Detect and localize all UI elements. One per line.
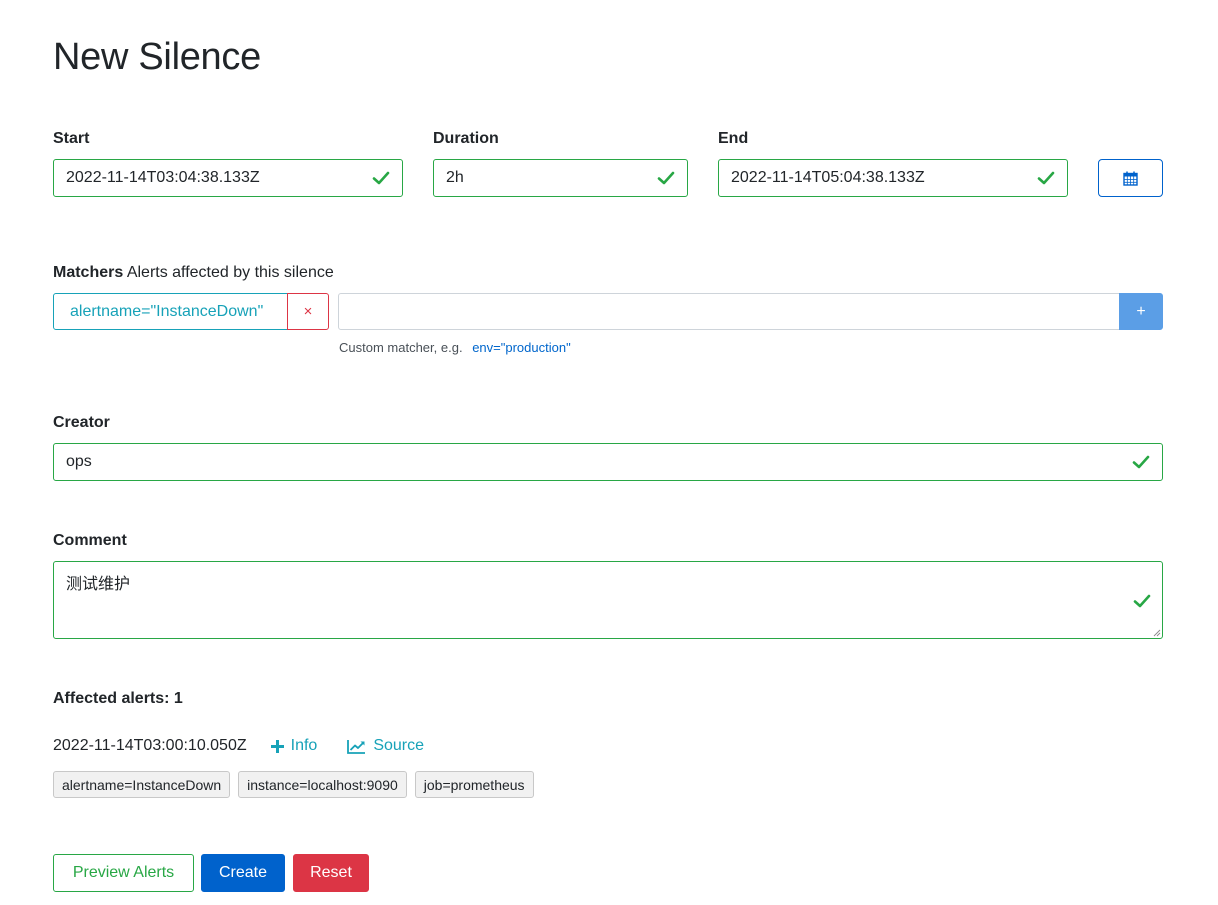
matchers-description: Alerts affected by this silence — [126, 264, 334, 281]
source-link[interactable]: Source — [347, 737, 424, 755]
plus-icon: + — [1136, 302, 1146, 320]
start-input[interactable]: 2022-11-14T03:04:38.133Z — [53, 159, 403, 197]
matchers-label: Matchers — [53, 264, 124, 281]
end-value: 2022-11-14T05:04:38.133Z — [731, 169, 925, 186]
source-label: Source — [373, 737, 425, 754]
preview-alerts-button[interactable]: Preview Alerts — [53, 854, 194, 892]
plus-icon — [270, 739, 284, 753]
duration-value: 2h — [446, 169, 464, 186]
comment-value: 测试维护 — [66, 576, 131, 593]
alert-start-time: 2022-11-14T03:00:10.050Z — [53, 737, 247, 754]
end-input[interactable]: 2022-11-14T05:04:38.133Z — [718, 159, 1068, 197]
duration-label: Duration — [433, 130, 499, 147]
start-label: Start — [53, 130, 90, 147]
duration-input[interactable]: 2h — [433, 159, 688, 197]
matchers-heading: Matchers Alerts affected by this silence — [53, 264, 334, 282]
comment-textarea[interactable]: 测试维护 — [53, 561, 1163, 639]
matcher-chip[interactable]: alertname="InstanceDown" — [53, 293, 288, 330]
check-icon — [372, 171, 390, 185]
reset-button[interactable]: Reset — [293, 854, 369, 892]
calendar-button[interactable] — [1098, 159, 1163, 197]
alert-row: 2022-11-14T03:00:10.050Z Info Source — [53, 735, 424, 757]
info-button[interactable]: Info — [270, 737, 318, 755]
new-matcher-input[interactable] — [338, 293, 1120, 330]
create-button[interactable]: Create — [201, 854, 285, 892]
check-icon — [657, 171, 675, 185]
resize-grip-icon[interactable] — [1153, 629, 1161, 637]
label-badge[interactable]: instance=localhost:9090 — [238, 771, 407, 798]
calendar-icon — [1123, 171, 1138, 186]
page-title: New Silence — [53, 36, 261, 78]
matcher-hint-text: Custom matcher, e.g. — [339, 340, 463, 355]
creator-label: Creator — [53, 414, 110, 431]
matcher-remove-button[interactable]: × — [287, 293, 329, 330]
matcher-hint: Custom matcher, e.g. env="production" — [339, 340, 571, 355]
end-label: End — [718, 130, 749, 147]
close-icon: × — [303, 303, 313, 320]
affected-alerts-title: Affected alerts: 1 — [53, 690, 183, 707]
alert-labels: alertname=InstanceDown instance=localhos… — [53, 771, 542, 798]
creator-input[interactable]: ops — [53, 443, 1163, 481]
check-icon — [1037, 171, 1055, 185]
line-chart-icon — [347, 739, 366, 754]
add-matcher-button[interactable]: + — [1119, 293, 1163, 330]
start-value: 2022-11-14T03:04:38.133Z — [66, 169, 260, 186]
matcher-hint-example[interactable]: env="production" — [472, 340, 571, 355]
label-badge[interactable]: alertname=InstanceDown — [53, 771, 231, 798]
matcher-chip-text: alertname="InstanceDown" — [70, 302, 264, 320]
label-badge[interactable]: job=prometheus — [414, 771, 534, 798]
check-icon — [1132, 455, 1150, 469]
info-label: Info — [290, 737, 318, 754]
creator-value: ops — [66, 453, 92, 470]
comment-label: Comment — [53, 532, 127, 549]
check-icon — [1133, 594, 1151, 608]
